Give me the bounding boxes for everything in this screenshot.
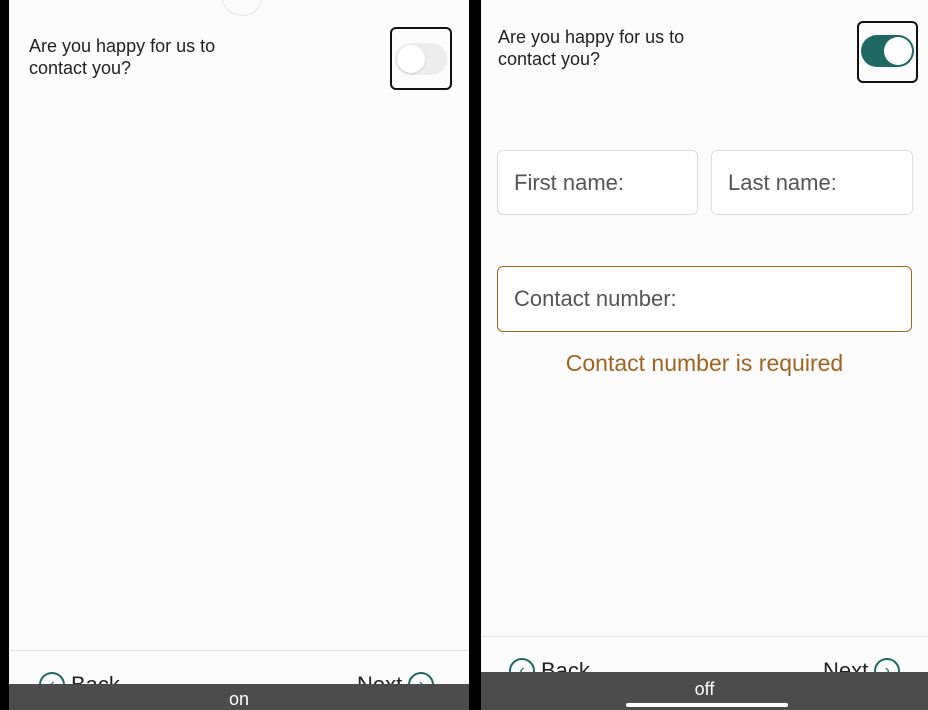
contact-number-error: Contact number is required	[565, 350, 844, 376]
toggle-highlight-frame	[390, 27, 452, 90]
contact-question: Are you happy for us to contact you?	[498, 27, 685, 69]
contact-toggle[interactable]	[395, 43, 447, 75]
last-name-field[interactable]: Last name:	[711, 150, 913, 215]
last-name-placeholder: Last name:	[728, 169, 837, 195]
contact-toggle[interactable]	[861, 35, 914, 67]
toggle-knob	[397, 45, 425, 73]
contact-number-field[interactable]: Contact number:	[497, 266, 912, 332]
home-indicator	[626, 703, 788, 707]
caption-bar: on	[9, 684, 469, 710]
first-name-placeholder: First name:	[514, 169, 625, 195]
contact-question: Are you happy for us to contact you?	[29, 36, 216, 78]
contact-number-placeholder: Contact number:	[514, 286, 677, 311]
right-screen: Are you happy for us to contact you? Fir…	[481, 0, 928, 710]
caption-text: on	[228, 689, 250, 709]
caption-bar: off	[481, 672, 928, 710]
footer-divider	[9, 650, 469, 651]
caption-text: off	[694, 679, 715, 699]
toggle-highlight-frame	[857, 21, 918, 83]
scroll-indicator	[222, 0, 262, 16]
toggle-knob	[884, 37, 912, 65]
first-name-field[interactable]: First name:	[497, 150, 698, 215]
left-screen: Are you happy for us to contact you? ‹ B…	[9, 0, 469, 710]
footer-divider	[481, 636, 928, 637]
